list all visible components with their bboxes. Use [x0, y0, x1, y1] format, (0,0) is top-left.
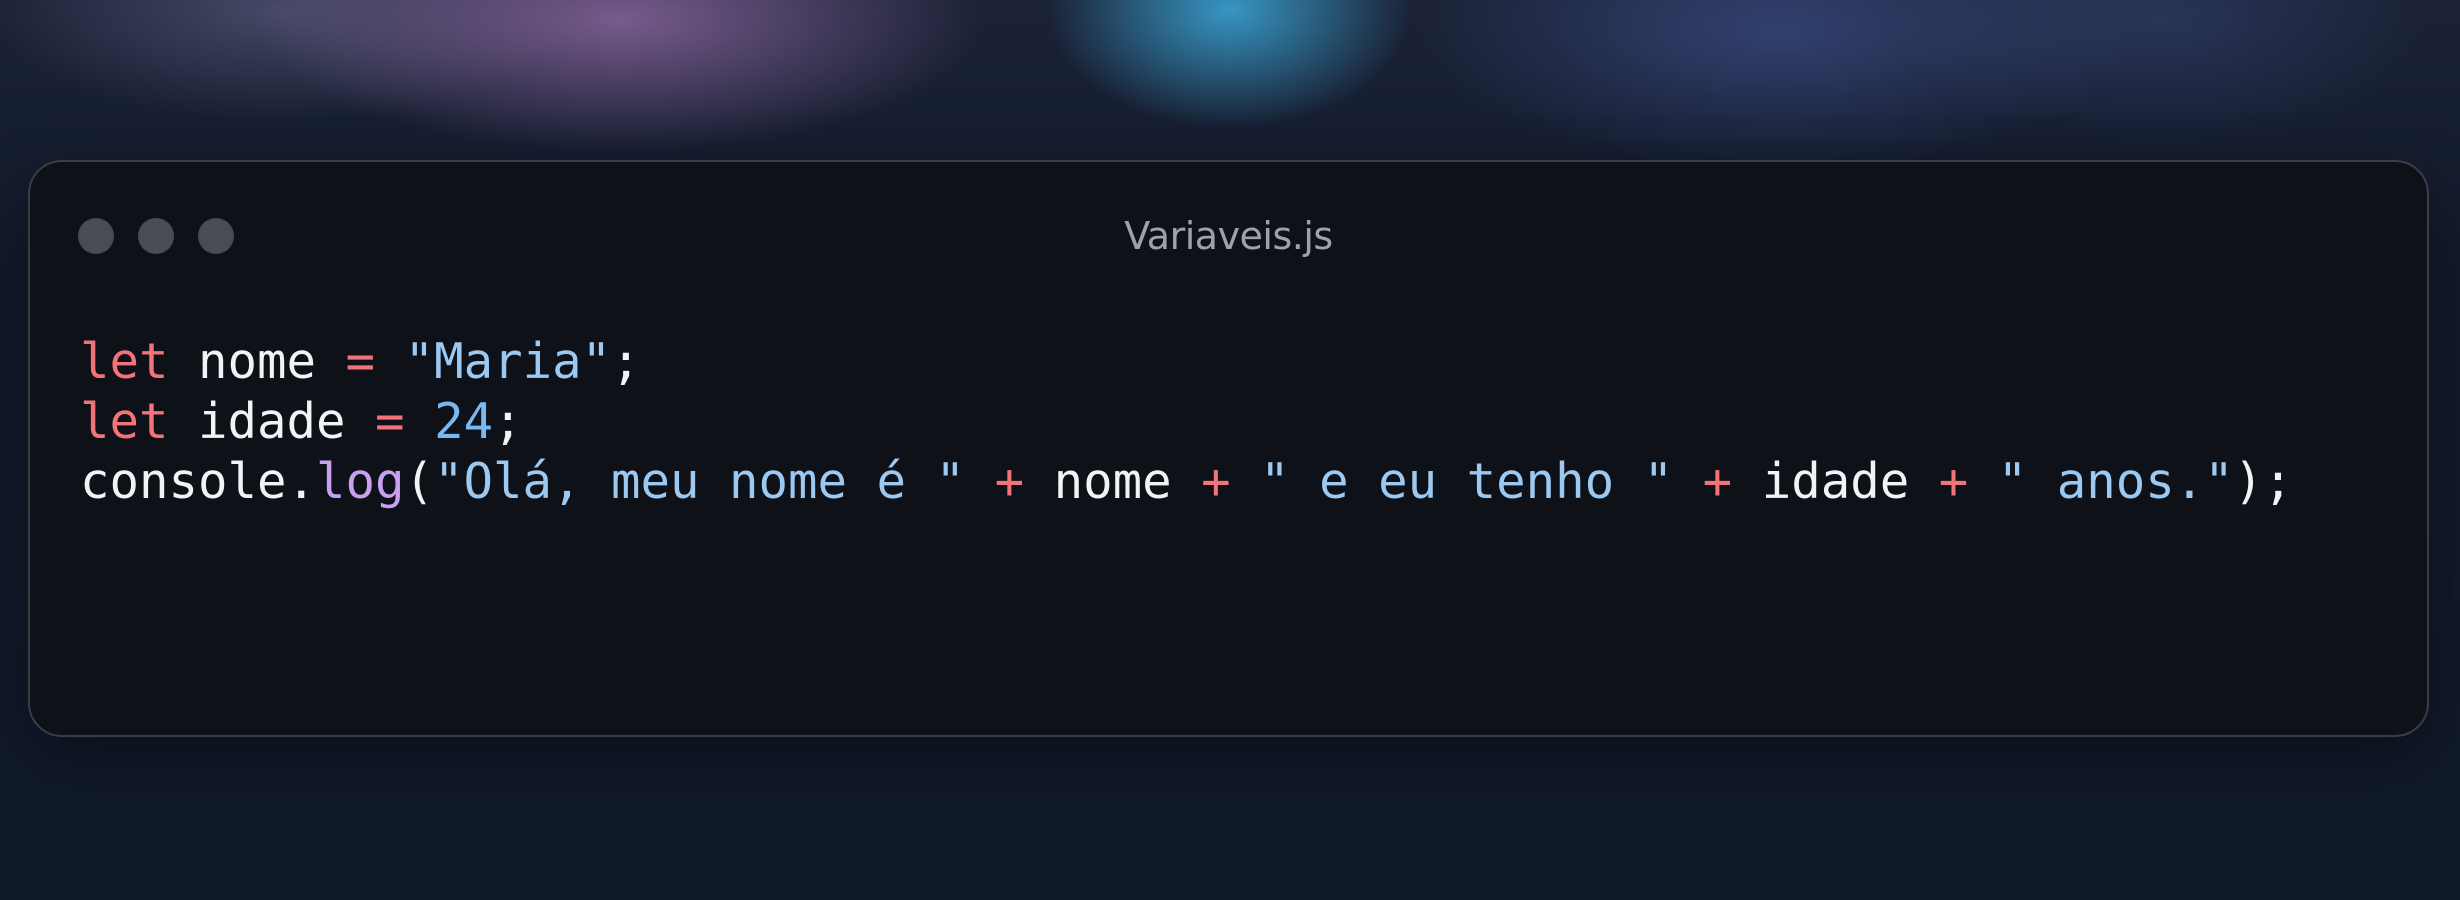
- code-token: nome: [168, 333, 346, 390]
- code-token: =: [345, 333, 376, 390]
- code-token: let: [80, 333, 169, 390]
- code-token: +: [1702, 453, 1733, 510]
- code-token: console.: [80, 453, 317, 510]
- code-line: let idade = 24;: [80, 392, 2293, 452]
- code-token: log: [316, 453, 405, 510]
- code-line: console.log("Olá, meu nome é " + nome + …: [80, 452, 2293, 512]
- code-token: 24: [434, 393, 494, 450]
- code-token: "Maria": [404, 333, 612, 390]
- code-token: +: [1938, 453, 1969, 510]
- code-block[interactable]: let nome = "Maria"; let idade = 24; consol…: [80, 332, 2293, 512]
- code-token: ;: [611, 333, 641, 390]
- window-title: Variaveis.js: [1124, 214, 1333, 258]
- code-token: " anos.": [1997, 453, 2234, 510]
- code-token: +: [994, 453, 1025, 510]
- code-token: );: [2233, 453, 2293, 510]
- code-token: nome: [1024, 453, 1202, 510]
- code-token: ;: [493, 393, 523, 450]
- code-token: " e eu tenho ": [1260, 453, 1674, 510]
- code-token: idade: [1732, 453, 1939, 510]
- code-window: Variaveis.js let nome = "Maria"; let idad…: [28, 160, 2429, 737]
- code-token: let: [80, 393, 169, 450]
- code-token: idade: [168, 393, 376, 450]
- code-token: =: [375, 393, 405, 450]
- code-token: (: [404, 453, 435, 510]
- code-token: "Olá, meu nome é ": [434, 453, 966, 510]
- code-line: let nome = "Maria";: [80, 332, 2293, 392]
- code-token: +: [1201, 453, 1231, 510]
